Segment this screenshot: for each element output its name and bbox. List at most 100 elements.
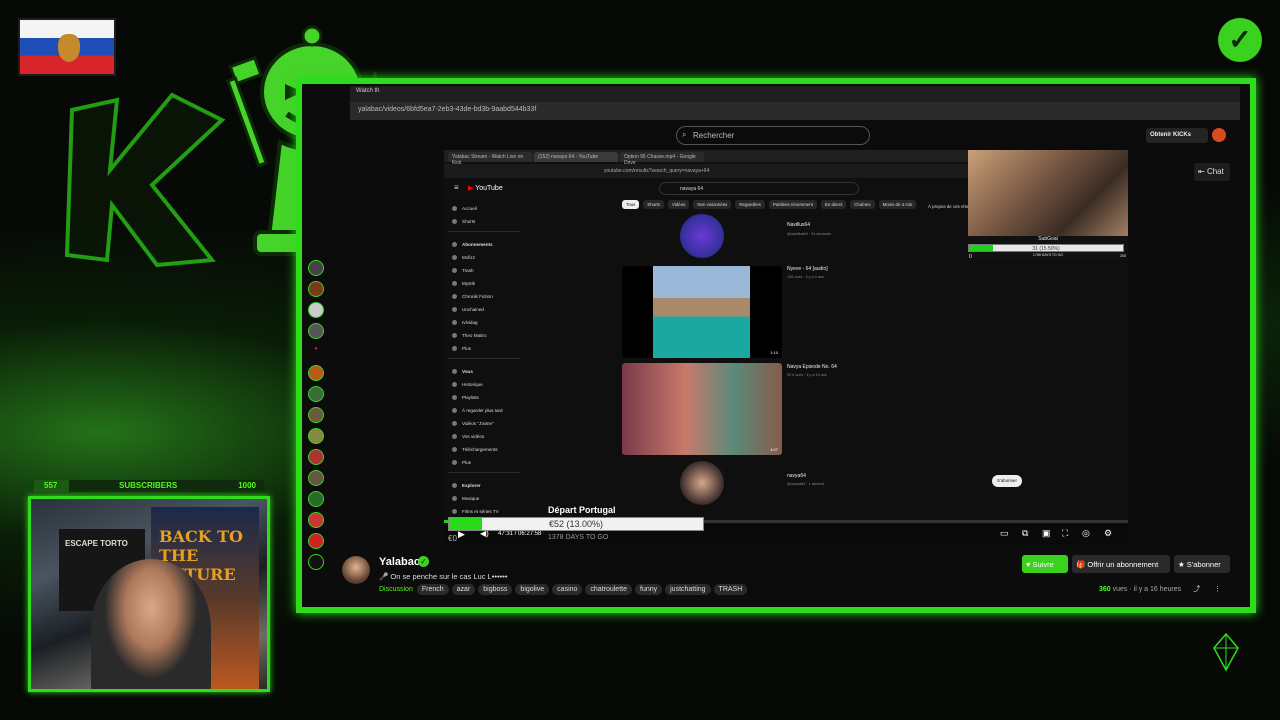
tag[interactable]: casino bbox=[552, 584, 583, 595]
chip[interactable]: Moins de 4 min bbox=[878, 200, 917, 209]
time-ago: il y a 16 heures bbox=[1133, 586, 1182, 593]
tag[interactable]: chatroulette bbox=[585, 584, 632, 595]
pip-icon[interactable]: ▣ bbox=[1042, 528, 1051, 539]
clip-icon[interactable]: ⧉ bbox=[1022, 528, 1028, 539]
chip[interactable]: Non visionnées bbox=[693, 200, 732, 209]
browser-url-bar[interactable]: yalabac/videos/6bfd5ea7-2eb3-43de-bd3b-9… bbox=[350, 102, 1240, 120]
chip[interactable]: En direct bbox=[820, 200, 847, 209]
subscribe-button[interactable]: ★ S'abonner bbox=[1174, 555, 1230, 573]
donation-goal-min: €0 bbox=[448, 534, 457, 543]
more-icon[interactable]: ⋮ bbox=[1214, 586, 1221, 593]
channel-avatar[interactable] bbox=[308, 281, 324, 297]
chip[interactable]: Publiées récemment bbox=[768, 200, 817, 209]
result-title[interactable]: Nyeve - 64 [audio] bbox=[787, 266, 828, 272]
user-avatar[interactable] bbox=[1212, 128, 1226, 142]
channel-avatar[interactable] bbox=[308, 386, 324, 402]
channel-name[interactable]: Yalabac bbox=[379, 556, 420, 568]
sidebar-item[interactable]: Vidéos "J'aime" bbox=[448, 417, 520, 430]
channel-avatar[interactable] bbox=[308, 428, 324, 444]
kick-logo-icon[interactable] bbox=[308, 554, 324, 570]
browser-tab[interactable]: Watch th bbox=[356, 88, 379, 94]
speed-icon[interactable]: ◎ bbox=[1082, 528, 1090, 539]
sidebar-section-title[interactable]: Explorer bbox=[448, 479, 520, 492]
sidebar-item[interactable]: Plus bbox=[448, 456, 520, 469]
channel-avatar[interactable] bbox=[308, 365, 324, 381]
channel-avatar[interactable] bbox=[308, 260, 324, 276]
channel-thumbnail[interactable] bbox=[680, 214, 724, 258]
video-thumbnail[interactable]: 4:07 bbox=[622, 363, 782, 455]
tag[interactable]: justchatting bbox=[665, 584, 711, 595]
tag[interactable]: TRASH bbox=[713, 584, 748, 595]
chip[interactable]: Regardées bbox=[735, 200, 765, 209]
divider bbox=[448, 231, 520, 232]
search-icon: ⌕ bbox=[682, 130, 687, 139]
nested-tab[interactable]: Option 95 Chasse.mp4 - Google Drive bbox=[620, 152, 704, 166]
result-title[interactable]: Navya Episode No. 64 bbox=[787, 364, 837, 370]
tag[interactable]: azar bbox=[451, 584, 476, 595]
secondary-webcam bbox=[968, 150, 1128, 238]
share-icon[interactable]: ⤴ bbox=[1193, 586, 1200, 593]
theater-icon[interactable]: ▭ bbox=[1000, 528, 1009, 539]
channel-avatar[interactable] bbox=[308, 533, 324, 549]
sidebar-item[interactable]: Mcfizz bbox=[448, 251, 520, 264]
category-link[interactable]: Discussion bbox=[379, 586, 413, 593]
sidebar-item[interactable]: Shorts bbox=[448, 215, 520, 228]
channel-avatar[interactable] bbox=[308, 449, 324, 465]
tag[interactable]: bigboss bbox=[478, 584, 513, 595]
channel-avatar[interactable] bbox=[308, 407, 324, 423]
fullscreen-icon[interactable]: ⛶ bbox=[1062, 528, 1068, 539]
chip[interactable]: Shorts bbox=[643, 200, 664, 209]
channel-avatar[interactable] bbox=[308, 302, 324, 318]
chat-toggle-button[interactable]: ⇤ Chat bbox=[1194, 163, 1230, 181]
result-meta: @navillus64 · 94 abonnés bbox=[787, 232, 831, 236]
sidebar-item[interactable]: Musique bbox=[448, 492, 520, 505]
chat-label: Chat bbox=[1206, 167, 1224, 176]
tag[interactable]: bigolive bbox=[515, 584, 550, 595]
result-title[interactable]: Navillus64 bbox=[787, 222, 810, 228]
sidebar-section-title[interactable]: Abonnements bbox=[448, 238, 520, 251]
channel-avatar[interactable] bbox=[308, 323, 324, 339]
streamer-webcam: ESCAPE TORTO BACK TO THE FUTURE bbox=[28, 496, 270, 692]
subscribers-label: SUBSCRIBERS bbox=[119, 481, 178, 490]
chip[interactable]: Chaînes bbox=[850, 200, 875, 209]
nested-tab[interactable]: Yalabac Stream - Watch Live on Kick bbox=[448, 152, 532, 166]
sidebar-item[interactable]: Mystik bbox=[448, 277, 520, 290]
channel-avatar[interactable] bbox=[342, 556, 370, 584]
result-title[interactable]: navya64 bbox=[787, 473, 806, 479]
subscribe-button[interactable]: S'abonner bbox=[992, 475, 1022, 487]
youtube-logo-icon[interactable]: ▶ YouTube bbox=[468, 184, 503, 192]
channel-avatar[interactable] bbox=[308, 512, 324, 528]
sidebar-item[interactable]: Theo Maitro bbox=[448, 329, 520, 342]
obtenir-kicks-button[interactable]: Obtenir KICKs bbox=[1146, 128, 1208, 143]
subgoal-widget: SubGoal 31 (15.50%) 1769 DAYS TO GO 0 20… bbox=[968, 236, 1128, 260]
sidebar-item[interactable]: Unchained bbox=[448, 303, 520, 316]
follow-button[interactable]: ♥ Suivre bbox=[1022, 555, 1068, 573]
channel-avatar[interactable] bbox=[308, 470, 324, 486]
video-thumbnail[interactable]: 1:10 bbox=[622, 266, 782, 358]
channel-avatar[interactable] bbox=[308, 491, 324, 507]
view-stats: 360 vues · il y a 16 heures ⤴ ⋮ bbox=[1099, 584, 1221, 594]
sidebar-item[interactable]: Téléchargements bbox=[448, 443, 520, 456]
youtube-search-input[interactable]: navaya 64 bbox=[659, 182, 859, 195]
nested-tab[interactable]: (152) navaya 64 - YouTube bbox=[534, 152, 618, 162]
sidebar-item[interactable]: Ivlvidag bbox=[448, 316, 520, 329]
sidebar-item[interactable]: Playlists bbox=[448, 391, 520, 404]
settings-gear-icon[interactable]: ⚙ bbox=[1104, 528, 1112, 539]
sidebar-item[interactable]: Chronik Fiction bbox=[448, 290, 520, 303]
sidebar-item[interactable]: Trash bbox=[448, 264, 520, 277]
tag[interactable]: French bbox=[416, 584, 449, 595]
kick-search-input[interactable]: ⌕ Rechercher bbox=[676, 126, 870, 145]
sidebar-item[interactable]: Vos vidéos bbox=[448, 430, 520, 443]
tag[interactable]: funny bbox=[635, 584, 663, 595]
sidebar-item[interactable]: Historique bbox=[448, 378, 520, 391]
menu-icon[interactable]: ≡ bbox=[454, 183, 459, 192]
video-duration: 1:10 bbox=[770, 350, 778, 355]
sidebar-item[interactable]: Accueil bbox=[448, 202, 520, 215]
sidebar-section-title[interactable]: Vous bbox=[448, 365, 520, 378]
sidebar-item[interactable]: Plus bbox=[448, 342, 520, 355]
gift-sub-button[interactable]: 🎁 Offrir un abonnement bbox=[1072, 555, 1170, 573]
channel-thumbnail[interactable] bbox=[680, 461, 724, 505]
sidebar-item[interactable]: À regarder plus tard bbox=[448, 404, 520, 417]
chip[interactable]: Tous bbox=[622, 200, 640, 209]
chip[interactable]: Vidéos bbox=[667, 200, 690, 209]
